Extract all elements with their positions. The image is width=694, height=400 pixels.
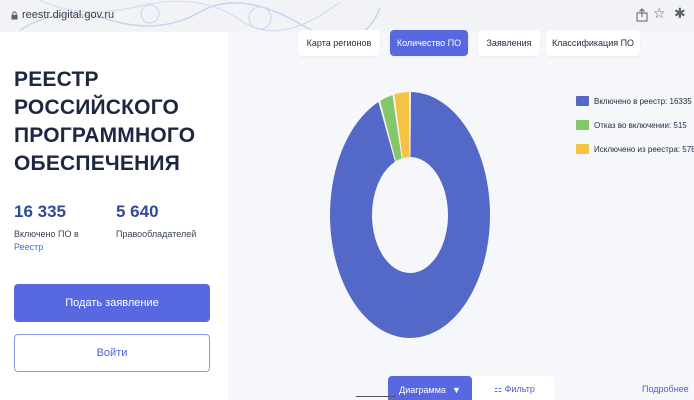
divider-line	[356, 396, 396, 397]
legend-swatch	[576, 144, 589, 154]
address-bar[interactable]: reestr.digital.gov.ru ☆ ✱	[0, 0, 694, 32]
caret-down-icon: ▼	[451, 385, 461, 395]
legend-swatch	[576, 120, 589, 130]
filter-button[interactable]: ⚏ Фильтр	[494, 384, 535, 395]
apply-button[interactable]: Подать заявление	[14, 284, 210, 322]
stat-value: 5 640	[116, 202, 159, 221]
page-title: РЕЕСТР РОССИЙСКОГО ПРОГРАММНОГО ОБЕСПЕЧЕ…	[14, 68, 196, 175]
legend-item-rejected[interactable]: Отказ во включении: 515	[576, 116, 694, 134]
legend-item-included[interactable]: Включено в реестр: 16335	[576, 92, 694, 110]
legend-label: Отказ во включении: 515	[594, 120, 687, 130]
legend-swatch	[576, 96, 589, 106]
tab-applications[interactable]: Заявления	[478, 30, 540, 56]
lock-icon	[11, 11, 18, 20]
tab-classification[interactable]: Классификация ПО	[546, 30, 640, 56]
left-panel: РЕЕСТР РОССИЙСКОГО ПРОГРАММНОГО ОБЕСПЕЧЕ…	[0, 32, 228, 400]
chart-legend: Включено в реестр: 16335 Отказ во включе…	[576, 92, 694, 164]
legend-label: Исключено из реестра: 578	[594, 144, 694, 154]
stat-label: Правообладателей	[116, 229, 197, 239]
donut-slice-included[interactable]	[330, 92, 490, 339]
stat-included-software: 16 335 Включено ПО в Реестр	[14, 202, 79, 254]
diagram-view-button[interactable]: Диаграмма ▼	[388, 376, 472, 400]
share-icon[interactable]	[635, 8, 649, 22]
filter-icon: ⚏	[494, 384, 503, 394]
filter-label: Фильтр	[504, 384, 535, 394]
star-icon[interactable]: ☆	[653, 6, 666, 22]
more-link[interactable]: Подробнее	[642, 384, 689, 394]
tab-regions-map[interactable]: Карта регионов	[298, 30, 380, 56]
stat-rightholders: 5 640 Правообладателей	[116, 202, 196, 241]
url-text[interactable]: reestr.digital.gov.ru	[22, 9, 114, 21]
tab-software-count[interactable]: Количество ПО	[390, 30, 468, 56]
right-panel: Карта регионов Количество ПО Заявления К…	[228, 30, 694, 400]
login-button[interactable]: Войти	[14, 334, 210, 372]
registry-link[interactable]: Реестр	[14, 241, 79, 254]
legend-item-excluded[interactable]: Исключено из реестра: 578	[576, 140, 694, 158]
legend-label: Включено в реестр: 16335	[594, 96, 692, 106]
stat-value: 16 335	[14, 202, 66, 221]
extensions-icon[interactable]: ✱	[674, 6, 686, 22]
diagram-label: Диаграмма	[399, 385, 446, 395]
donut-chart	[330, 92, 490, 339]
stat-label: Включено ПО в	[14, 229, 79, 239]
view-toolbar: Диаграмма ▼ ⚏ Фильтр	[388, 376, 554, 400]
